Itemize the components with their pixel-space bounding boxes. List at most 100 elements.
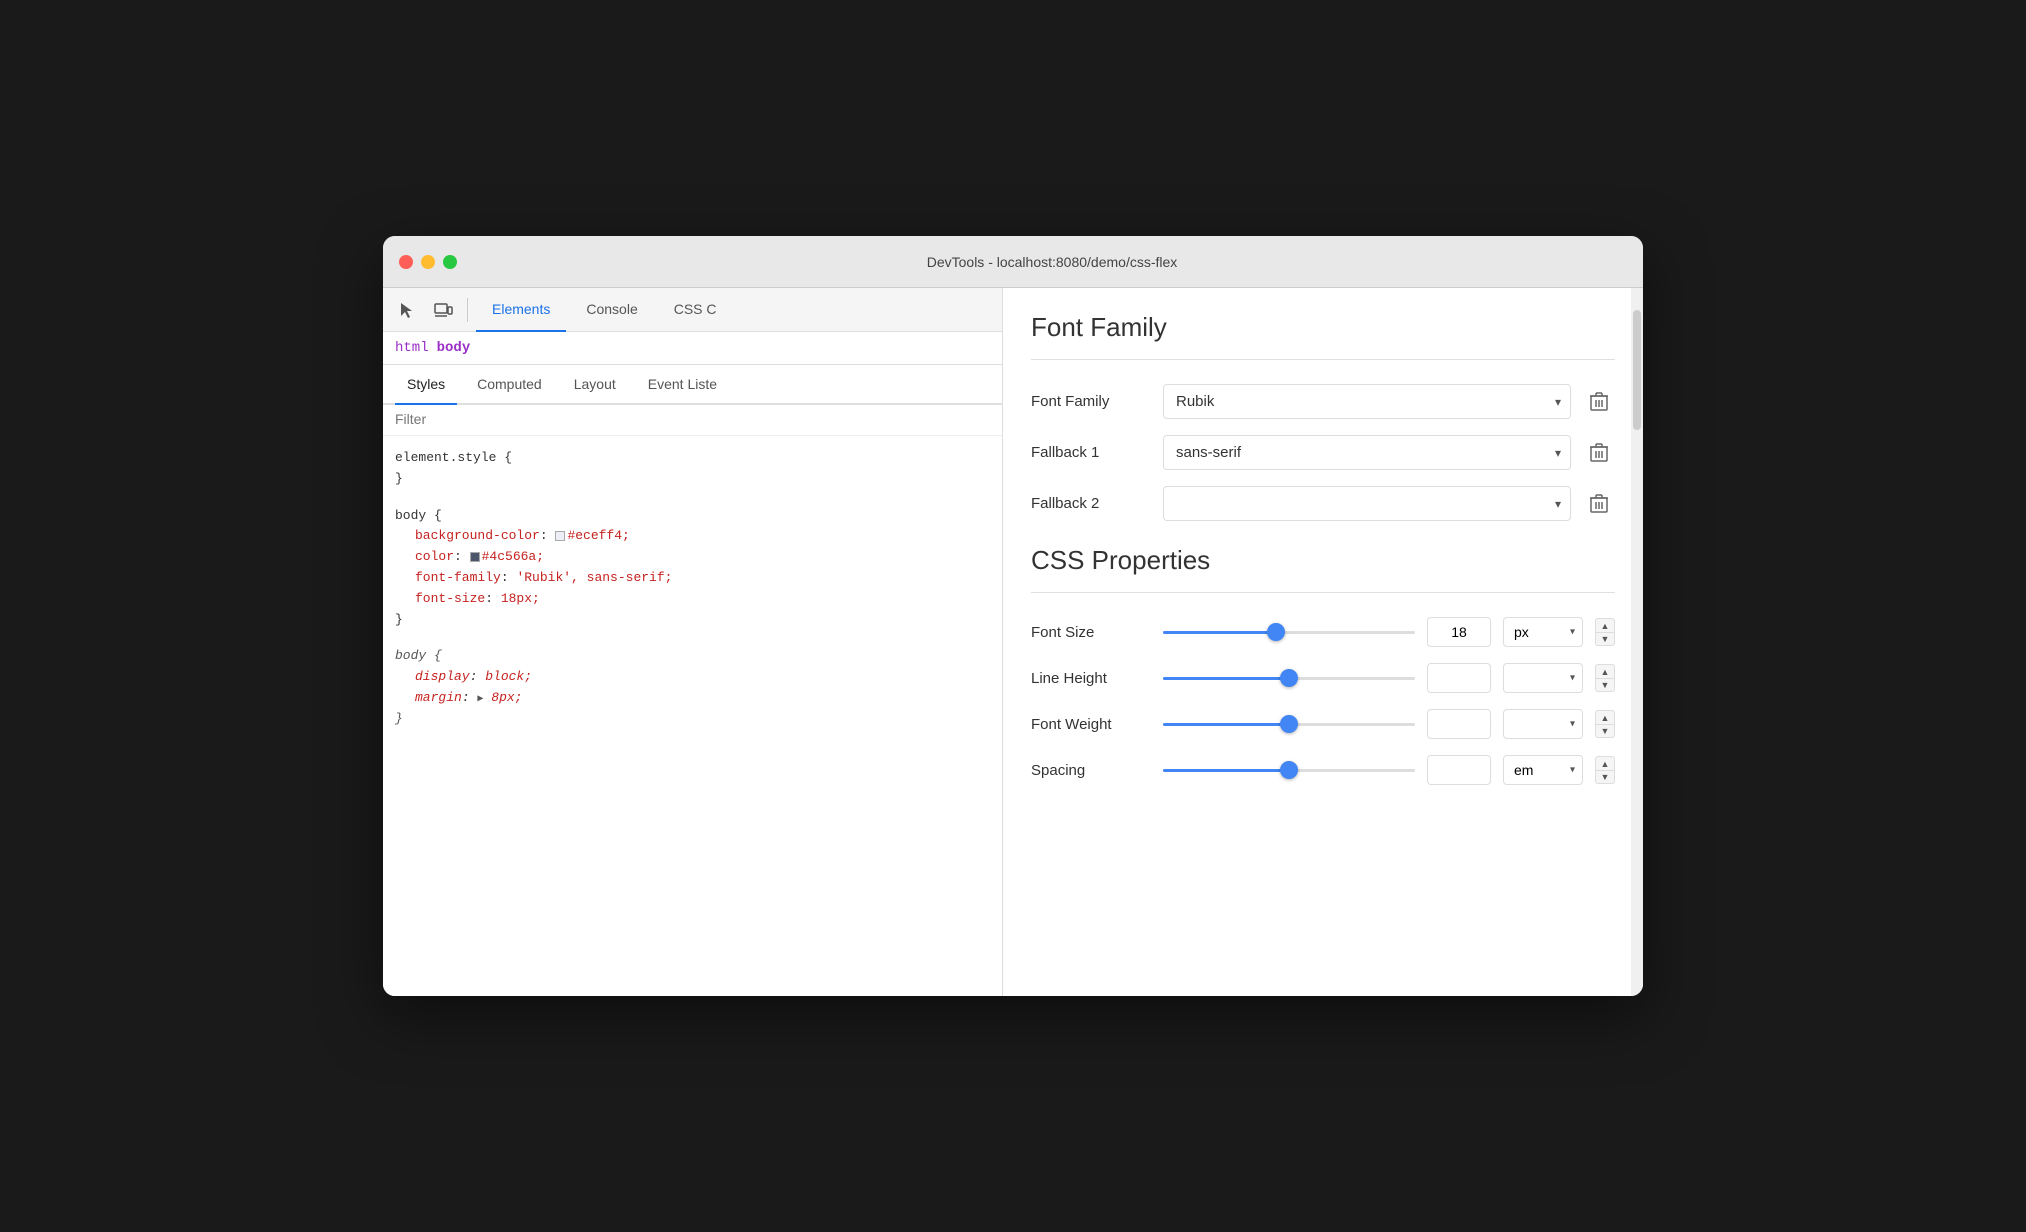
font-size-slider-thumb[interactable] — [1267, 623, 1285, 641]
title-bar: DevTools - localhost:8080/demo/css-flex — [383, 236, 1643, 288]
devtools-window: DevTools - localhost:8080/demo/css-flex — [383, 236, 1643, 996]
tab-elements[interactable]: Elements — [476, 288, 566, 332]
scrollbar-track — [1631, 288, 1643, 996]
css-prop-margin: margin — [415, 690, 462, 705]
font-weight-row: Font Weight 100 400 — [1031, 709, 1615, 739]
line-height-slider-container — [1163, 677, 1415, 680]
font-family-section: Font Family Font Family Rubik Arial Geor… — [1031, 312, 1615, 521]
spacing-spin-down[interactable]: ▼ — [1595, 770, 1615, 784]
filter-bar — [383, 405, 1002, 436]
line-height-slider-thumb[interactable] — [1280, 669, 1298, 687]
font-weight-label: Font Weight — [1031, 716, 1151, 733]
css-prop-color: color — [415, 549, 454, 564]
line-height-unit-container: px em ▾ — [1503, 663, 1583, 693]
font-size-unit-select[interactable]: px em rem % — [1503, 617, 1583, 647]
font-weight-slider-track[interactable] — [1163, 723, 1415, 726]
spacing-row: Spacing em px rem % — [1031, 755, 1615, 785]
tab-styles[interactable]: Styles — [395, 365, 457, 405]
spacing-slider-thumb[interactable] — [1280, 761, 1298, 779]
font-weight-spin-up[interactable]: ▲ — [1595, 710, 1615, 724]
font-size-spin-up[interactable]: ▲ — [1595, 618, 1615, 632]
breadcrumb: html body — [383, 332, 1002, 365]
line-height-slider-track[interactable] — [1163, 677, 1415, 680]
css-selector-body2: body { — [395, 648, 442, 663]
line-height-spinner: ▲ ▼ — [1595, 664, 1615, 692]
tab-computed[interactable]: Computed — [465, 365, 554, 405]
breadcrumb-body[interactable]: body — [437, 340, 471, 356]
font-weight-slider-container — [1163, 723, 1415, 726]
fallback1-delete-button[interactable] — [1583, 437, 1615, 469]
spacing-input[interactable] — [1427, 755, 1491, 785]
font-weight-unit-select[interactable]: 100 400 700 — [1503, 709, 1583, 739]
fallback2-select[interactable]: sans-serif serif — [1163, 486, 1571, 521]
css-val-font-size: 18px; — [501, 591, 540, 606]
line-height-row: Line Height px em — [1031, 663, 1615, 693]
font-family-select[interactable]: Rubik Arial Georgia — [1163, 384, 1571, 419]
maximize-button[interactable] — [443, 255, 457, 269]
spacing-slider-track[interactable] — [1163, 769, 1415, 772]
main-content: Elements Console CSS C html body Styles — [383, 288, 1643, 996]
font-weight-spin-down[interactable]: ▼ — [1595, 724, 1615, 738]
font-size-input[interactable] — [1427, 617, 1491, 647]
line-height-input[interactable] — [1427, 663, 1491, 693]
sub-tab-bar: Styles Computed Layout Event Liste — [383, 365, 1002, 405]
spacing-unit-select[interactable]: em px rem % — [1503, 755, 1583, 785]
scrollbar-thumb[interactable] — [1633, 310, 1641, 430]
line-height-unit-select[interactable]: px em — [1503, 663, 1583, 693]
css-selector: element.style { — [395, 450, 512, 465]
spacing-spin-up[interactable]: ▲ — [1595, 756, 1615, 770]
css-block-body-1: body { background-color: #eceff4; color:… — [395, 506, 990, 631]
breadcrumb-html[interactable]: html — [395, 340, 429, 356]
font-family-label: Font Family — [1031, 393, 1151, 410]
traffic-lights — [399, 255, 457, 269]
css-val-font-family: 'Rubik', sans-serif; — [516, 570, 672, 585]
css-selector-body1: body { — [395, 508, 442, 523]
tab-event-listeners[interactable]: Event Liste — [636, 365, 729, 405]
css-prop-bg-color: background-color — [415, 528, 540, 543]
css-close-brace-body2: } — [395, 711, 403, 726]
device-toolbar-button[interactable] — [427, 294, 459, 326]
fallback1-select[interactable]: sans-serif serif monospace — [1163, 435, 1571, 470]
font-weight-slider-thumb[interactable] — [1280, 715, 1298, 733]
font-size-row: Font Size px em rem — [1031, 617, 1615, 647]
close-button[interactable] — [399, 255, 413, 269]
tab-css[interactable]: CSS C — [658, 288, 733, 332]
color-swatch-color — [470, 552, 480, 562]
css-content: element.style { } body { background-colo… — [383, 436, 1002, 996]
tab-layout[interactable]: Layout — [562, 365, 628, 405]
css-properties-section: CSS Properties Font Size — [1031, 545, 1615, 785]
css-prop-font-family: font-family — [415, 570, 501, 585]
fallback2-select-container: sans-serif serif ▾ — [1163, 486, 1571, 521]
css-block-element-style: element.style { } — [395, 448, 990, 490]
css-val-margin: 8px; — [491, 690, 522, 705]
fallback2-row: Fallback 2 sans-serif serif ▾ — [1031, 486, 1615, 521]
triangle-icon[interactable]: ▶ — [477, 692, 483, 708]
fallback2-delete-button[interactable] — [1583, 488, 1615, 520]
tab-console[interactable]: Console — [570, 288, 653, 332]
css-properties-title: CSS Properties — [1031, 545, 1615, 593]
spacing-label: Spacing — [1031, 762, 1151, 779]
cursor-tool-button[interactable] — [391, 294, 423, 326]
font-weight-input[interactable] — [1427, 709, 1491, 739]
fallback1-row: Fallback 1 sans-serif serif monospace ▾ — [1031, 435, 1615, 470]
font-size-slider-container — [1163, 631, 1415, 634]
font-size-slider-fill — [1163, 631, 1276, 634]
filter-input[interactable] — [395, 411, 990, 427]
font-size-spin-down[interactable]: ▼ — [1595, 632, 1615, 646]
color-swatch-bg — [555, 531, 565, 541]
font-family-delete-button[interactable] — [1583, 386, 1615, 418]
spacing-slider-fill — [1163, 769, 1289, 772]
line-height-spin-up[interactable]: ▲ — [1595, 664, 1615, 678]
line-height-spin-down[interactable]: ▼ — [1595, 678, 1615, 692]
font-family-select-container: Rubik Arial Georgia ▾ — [1163, 384, 1571, 419]
right-panel: Font Family Font Family Rubik Arial Geor… — [1003, 288, 1643, 996]
tab-divider — [467, 298, 468, 322]
fallback2-label: Fallback 2 — [1031, 495, 1151, 512]
minimize-button[interactable] — [421, 255, 435, 269]
css-block-body-2: body { display: block; margin: ▶ 8px; } — [395, 646, 990, 729]
window-title: DevTools - localhost:8080/demo/css-flex — [477, 254, 1627, 270]
font-weight-unit-container: 100 400 700 ▾ — [1503, 709, 1583, 739]
css-val-color: #4c566a; — [482, 549, 544, 564]
font-size-slider-track[interactable] — [1163, 631, 1415, 634]
css-prop-font-size: font-size — [415, 591, 485, 606]
